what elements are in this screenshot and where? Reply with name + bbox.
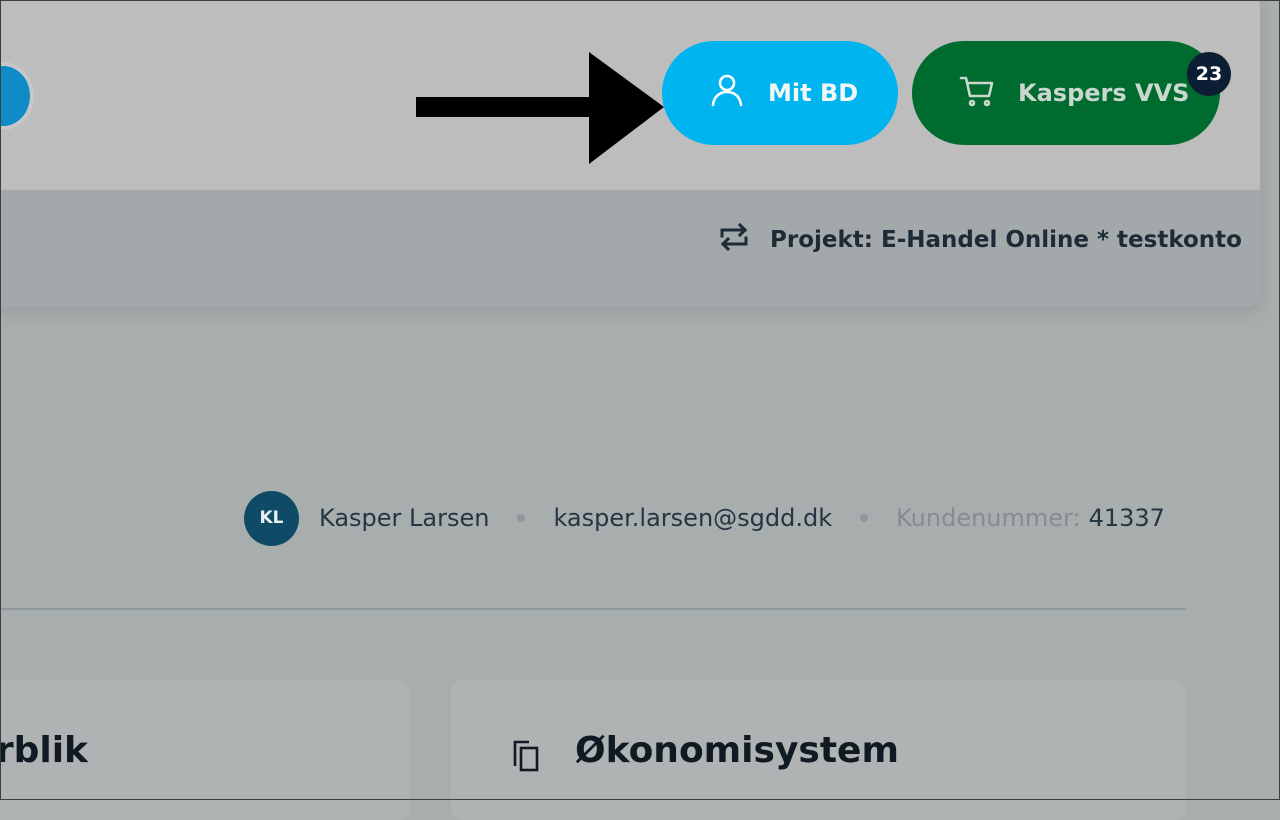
economy-system-card[interactable]: Økonomisystem	[451, 680, 1186, 820]
copy-documents-icon	[511, 738, 543, 778]
cart-count-badge: 23	[1187, 52, 1231, 96]
profile-row: KL Kasper Larsen kasper.larsen@sgdd.dk K…	[244, 490, 1165, 546]
customer-number-label: Kundenummer:	[896, 504, 1081, 532]
shopping-cart-icon	[958, 71, 996, 115]
user-icon	[708, 71, 746, 115]
divider	[0, 608, 1186, 610]
separator-dot	[860, 514, 869, 522]
overview-card-title: rblik	[0, 730, 88, 771]
overview-card[interactable]: rblik	[0, 680, 410, 820]
customer-number-value: 41337	[1088, 504, 1165, 532]
project-label: Projekt: E-Handel Online * testkonto	[770, 227, 1242, 253]
cart-label: Kaspers VVS	[1018, 79, 1190, 107]
right-arrow-icon	[416, 52, 664, 164]
logo[interactable]	[0, 62, 34, 130]
avatar: KL	[244, 490, 299, 546]
mit-bd-label: Mit BD	[768, 79, 859, 107]
mit-bd-button[interactable]: Mit BD	[662, 41, 898, 145]
project-selector[interactable]: Projekt: E-Handel Online * testkonto	[718, 220, 1242, 260]
profile-email: kasper.larsen@sgdd.dk	[553, 504, 833, 532]
economy-system-card-title: Økonomisystem	[575, 730, 899, 771]
profile-name: Kasper Larsen	[319, 504, 490, 532]
cart-button[interactable]: Kaspers VVS	[912, 41, 1220, 145]
separator-dot	[517, 514, 526, 522]
swap-arrows-icon	[718, 221, 750, 259]
